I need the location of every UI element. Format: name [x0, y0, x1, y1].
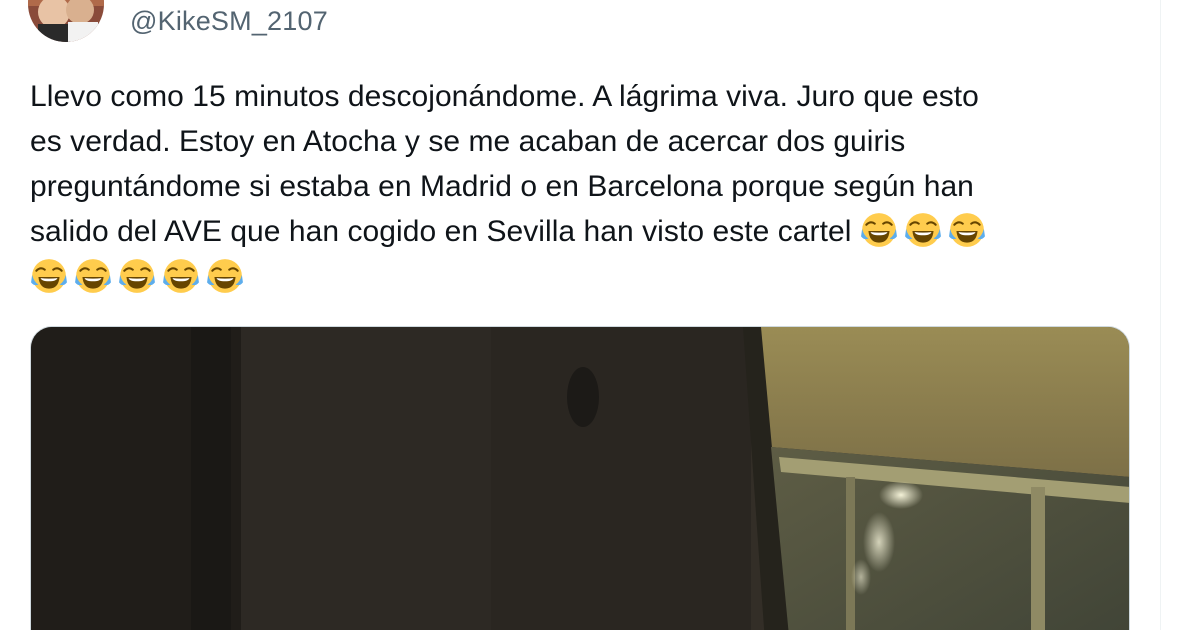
- emoji-group: [860, 211, 992, 256]
- tweet-card: @KikeSM_2107 Llevo como 15 minutos desco…: [0, 0, 1200, 630]
- face-with-tears-of-joy-icon: [30, 257, 68, 295]
- tweet-text-line: Llevo como 15 minutos descojonándome. A …: [30, 80, 979, 113]
- tweet-text-line: preguntándome si estaba en Madrid o en B…: [30, 170, 974, 203]
- face-with-tears-of-joy-icon: [904, 211, 942, 249]
- emoji-group: [30, 257, 250, 302]
- face-with-tears-of-joy-icon: [948, 211, 986, 249]
- timeline-divider: [1160, 0, 1161, 630]
- tweet-photo[interactable]: [30, 326, 1130, 630]
- tweet-text-line-with-emoji: salido del AVE que han cogido en Sevilla…: [30, 209, 1135, 256]
- face-with-tears-of-joy-icon: [206, 257, 244, 295]
- face-with-tears-of-joy-icon: [162, 257, 200, 295]
- face-with-tears-of-joy-icon: [860, 211, 898, 249]
- avatar[interactable]: [28, 0, 104, 42]
- author-handle[interactable]: @KikeSM_2107: [130, 6, 328, 37]
- face-with-tears-of-joy-icon: [74, 257, 112, 295]
- emoji-line: [30, 256, 1135, 303]
- tweet-text-line: salido del AVE que han cogido en Sevilla…: [30, 215, 852, 248]
- face-with-tears-of-joy-icon: [118, 257, 156, 295]
- tweet-text-line: es verdad. Estoy en Atocha y se me acaba…: [30, 125, 906, 158]
- tweet-text: Llevo como 15 minutos descojonándome. A …: [30, 74, 1135, 302]
